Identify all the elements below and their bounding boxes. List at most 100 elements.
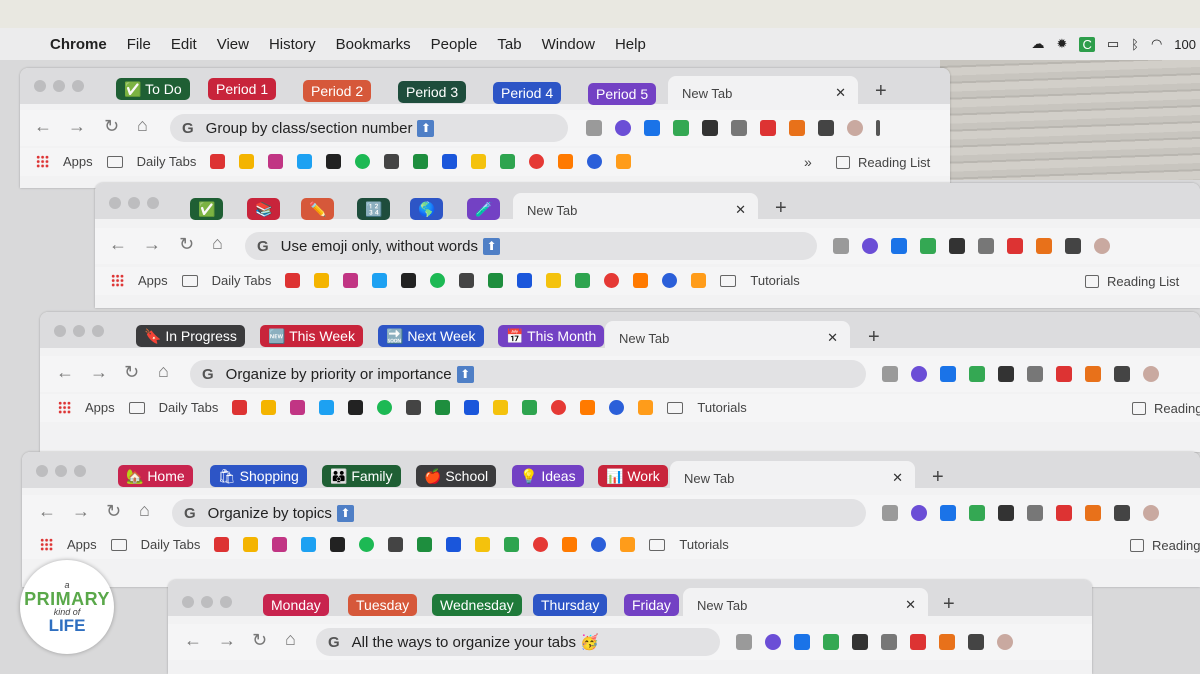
bookmark-tutorials[interactable]: Tutorials [750,273,799,288]
tab-group[interactable]: Tuesday [348,594,418,616]
bookmark-apps[interactable]: Apps [85,400,115,415]
extension-icon[interactable] [939,634,955,650]
extension-icon[interactable] [1007,238,1023,254]
tab-group[interactable]: 📚 [247,198,281,220]
avatar[interactable] [1143,366,1159,382]
home-icon[interactable]: ⌂ [158,361,169,382]
extension-icon[interactable] [881,634,897,650]
avatar[interactable] [847,120,863,136]
back-icon[interactable]: ← [34,116,52,137]
drive-icon[interactable] [243,537,259,552]
bookmark-icon[interactable] [388,537,404,552]
menu-people[interactable]: People [431,36,478,53]
extension-icon[interactable] [998,505,1014,521]
puzzle-icon[interactable] [968,634,984,650]
drive-icon[interactable] [239,154,255,169]
tab-group[interactable]: Monday [263,594,329,616]
tab-group[interactable]: 💡 Ideas [512,465,584,487]
bookmark-icon[interactable] [580,400,596,415]
tab-group[interactable]: Period 5 [588,83,657,105]
home-icon[interactable]: ⌂ [137,115,148,136]
bookmark-apps[interactable]: Apps [138,273,168,288]
forward-icon[interactable]: → [90,362,108,383]
bookmark-icon[interactable] [500,154,516,169]
reading-list[interactable]: Reading List [1107,274,1179,289]
close-tab-icon[interactable]: ✕ [835,85,846,101]
menu-window[interactable]: Window [542,36,595,53]
bookmark-tutorials[interactable]: Tutorials [679,537,728,552]
gear-icon[interactable]: ✹ [1057,36,1068,52]
bookmark-tutorials[interactable]: Tutorials [697,400,746,415]
forward-icon[interactable]: → [68,116,86,137]
tab-group[interactable]: 📅 This Month [498,325,605,347]
twitter-icon[interactable] [372,273,388,288]
extension-icon[interactable] [949,238,965,254]
bookmark-icon[interactable] [406,400,422,415]
extension-icon[interactable] [969,505,985,521]
reading-list[interactable]: Reading [1154,401,1200,416]
twitter-icon[interactable] [319,400,335,415]
close-tab-icon[interactable]: ✕ [905,597,916,613]
amazon-icon[interactable] [401,273,417,288]
reload-icon[interactable]: ↻ [124,362,139,383]
tab-group[interactable]: 🔜 Next Week [378,325,484,347]
extension-icon[interactable] [862,238,878,254]
extension-icon[interactable] [736,634,752,650]
extension-icon[interactable] [940,366,956,382]
extension-icon[interactable] [615,120,631,136]
tab-group[interactable]: Period 4 [493,82,562,104]
address-bar[interactable]: G Use emoji only, without words ⬆ [245,232,817,260]
new-tab-plus-icon[interactable]: + [868,326,880,349]
bookmark-daily-tabs[interactable]: Daily Tabs [159,400,219,415]
menu-help[interactable]: Help [615,36,646,53]
drive-icon[interactable] [261,400,277,415]
extension-icon[interactable] [852,634,868,650]
gmail-icon[interactable] [285,273,301,288]
classroom-icon[interactable] [435,400,451,415]
canva-icon[interactable] [464,400,480,415]
extension-icon[interactable] [1056,366,1072,382]
reading-list[interactable]: Reading [1152,538,1200,553]
tab-group[interactable]: 🔢 [357,198,391,220]
bookmark-icon[interactable] [546,273,562,288]
menu-bookmarks[interactable]: Bookmarks [336,36,411,53]
bookmark-icon[interactable] [529,154,545,169]
close-tab-icon[interactable]: ✕ [735,202,746,218]
forward-icon[interactable]: → [72,501,90,522]
bookmark-icon[interactable] [493,400,509,415]
extension-icon[interactable] [978,238,994,254]
bookmark-apps[interactable]: Apps [67,537,97,552]
instagram-icon[interactable] [268,154,284,169]
new-tab[interactable]: New Tab ✕ [668,76,858,110]
tab-group[interactable]: 🆕 This Week [260,325,363,347]
twitter-icon[interactable] [297,154,313,169]
instagram-icon[interactable] [272,537,288,552]
bookmark-icon[interactable] [558,154,574,169]
tab-group[interactable]: 👪 Family [322,465,401,487]
extension-icon[interactable] [882,505,898,521]
more-menu-icon[interactable] [876,120,880,136]
home-icon[interactable]: ⌂ [212,233,223,254]
reload-icon[interactable]: ↻ [106,501,121,522]
instagram-icon[interactable] [290,400,306,415]
extension-icon[interactable] [1036,238,1052,254]
canva-icon[interactable] [442,154,458,169]
new-tab-plus-icon[interactable]: + [775,197,787,220]
menu-edit[interactable]: Edit [171,36,197,53]
address-bar[interactable]: G Organize by topics ⬆ [172,499,866,527]
extension-icon[interactable] [1027,366,1043,382]
avatar[interactable] [1094,238,1110,254]
cloud-icon[interactable]: ☁ [1032,36,1045,52]
window-controls[interactable] [54,325,104,337]
new-tab[interactable]: New Tab ✕ [683,588,928,622]
gmail-icon[interactable] [210,154,226,169]
classroom-icon[interactable] [417,537,433,552]
tab-group[interactable]: Thursday [533,594,608,616]
close-tab-icon[interactable]: ✕ [892,470,903,486]
tab-group[interactable]: Friday [624,594,679,616]
back-icon[interactable]: ← [56,362,74,383]
bookmark-icon[interactable] [562,537,578,552]
extension-icon[interactable] [920,238,936,254]
extension-icon[interactable] [882,366,898,382]
avatar[interactable] [997,634,1013,650]
